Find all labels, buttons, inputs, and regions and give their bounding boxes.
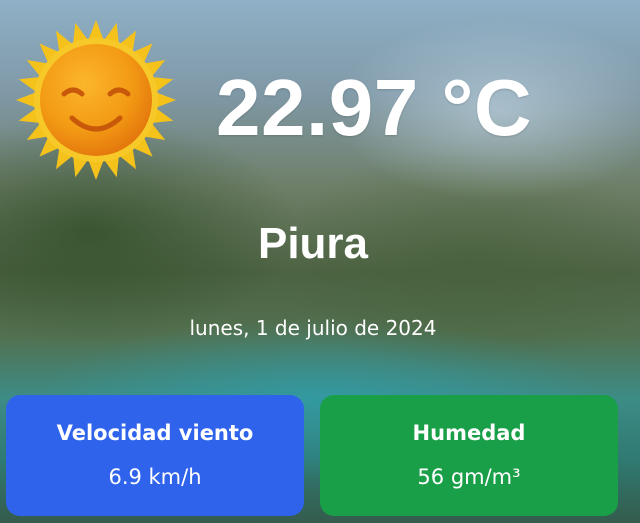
current-date: lunes, 1 de julio de 2024 xyxy=(189,316,437,340)
wind-speed-card: Velocidad viento 6.9 km/h xyxy=(6,395,304,516)
humidity-title: Humedad xyxy=(412,421,526,445)
wind-speed-value: 6.9 km/h xyxy=(108,465,202,489)
temperature-value: 22.97 °C xyxy=(216,63,533,152)
city-name: Piura xyxy=(257,219,369,268)
humidity-value: 56 gm/m³ xyxy=(417,465,521,489)
sunny-icon xyxy=(16,20,176,180)
humidity-card: Humedad 56 gm/m³ xyxy=(320,395,618,516)
wind-speed-title: Velocidad viento xyxy=(56,421,254,445)
